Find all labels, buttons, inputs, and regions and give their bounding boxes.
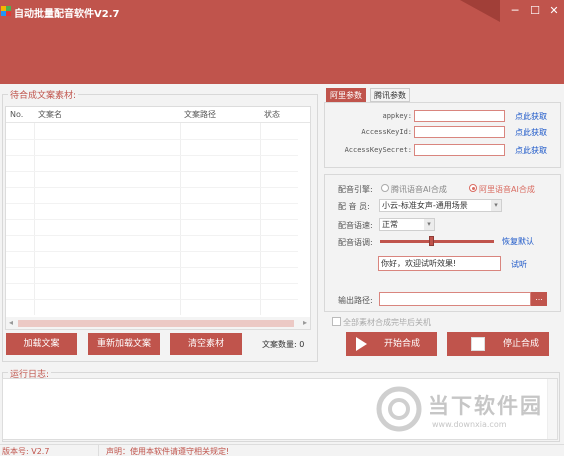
start-button-label: 开始合成 (384, 339, 421, 349)
scroll-left-icon[interactable]: ◂ (9, 317, 13, 329)
maximize-icon[interactable]: ☐ (528, 4, 542, 18)
speed-select[interactable]: 正常 ▾ (379, 218, 435, 231)
chevron-down-icon: ▾ (491, 200, 501, 211)
table-body (6, 123, 298, 315)
material-group-legend: 待合成文案素材: (8, 88, 79, 101)
reload-button[interactable]: 重新加载文案 (88, 333, 160, 355)
tab-tencent[interactable]: 腾讯参数 (370, 88, 410, 102)
notice-text: 声明：使用本软件请遵守相关规定! (106, 447, 230, 456)
minimize-icon[interactable]: ─ (508, 4, 522, 18)
column-no[interactable]: No. (6, 107, 34, 122)
title-bar: 自动批量配音软件V2.7 ─ ☐ ✕ (0, 0, 564, 84)
watermark-brand: 当下软件园 (428, 394, 543, 418)
engine-ali-label[interactable]: 阿里语音AI合成 (479, 184, 535, 195)
tone-slider-thumb[interactable] (429, 236, 435, 246)
close-icon[interactable]: ✕ (547, 4, 561, 18)
accesskeyid-input[interactable] (414, 126, 505, 138)
window-title: 自动批量配音软件V2.7 (14, 9, 120, 20)
scrollbar-thumb[interactable] (18, 320, 294, 327)
restore-default-link[interactable]: 恢复默认 (502, 236, 534, 247)
accesskeyid-label: AccessKeyId: (361, 128, 412, 136)
start-button[interactable]: 开始合成 (346, 332, 437, 356)
material-table[interactable]: No. 文案名 文案路径 状态 ◂ ▸ (5, 106, 311, 330)
stop-button[interactable]: 停止合成 (447, 332, 549, 356)
scroll-right-icon[interactable]: ▸ (303, 317, 307, 329)
engine-tencent-label[interactable]: 腾讯语音AI合成 (391, 184, 447, 195)
speed-label: 配音语速: (338, 221, 373, 230)
appkey-get-link[interactable]: 点此获取 (515, 111, 547, 122)
count-value: 0 (299, 340, 305, 349)
accesskeyid-get-link[interactable]: 点此获取 (515, 127, 547, 138)
column-status[interactable]: 状态 (260, 107, 300, 122)
stop-button-label: 停止合成 (503, 339, 540, 349)
appkey-label: appkey: (382, 112, 412, 120)
shutdown-checkbox[interactable] (332, 317, 341, 326)
watermark: 当下软件园 www.downxia.com (372, 380, 558, 440)
accesskeysecret-label: AccessKeySecret: (344, 146, 412, 154)
preview-link[interactable]: 试听 (511, 259, 527, 270)
column-path[interactable]: 文案路径 (180, 107, 260, 122)
horizontal-scrollbar[interactable]: ◂ ▸ (6, 317, 310, 329)
count-label: 文案数量: 0 (262, 340, 305, 349)
output-path-input[interactable] (379, 292, 531, 306)
browse-button[interactable]: ... (531, 292, 547, 306)
tone-label: 配音语调: (338, 238, 373, 247)
tone-slider-track[interactable] (380, 240, 494, 243)
version-text: 版本号: V2.7 (2, 447, 50, 456)
watermark-url: www.downxia.com (432, 420, 507, 429)
table-header: No. 文案名 文案路径 状态 (6, 107, 310, 123)
watermark-logo-icon (376, 386, 422, 432)
accesskeysecret-get-link[interactable]: 点此获取 (515, 145, 547, 156)
shutdown-label[interactable]: 全部素材合成完毕后关机 (343, 317, 431, 328)
engine-ali-radio[interactable] (469, 184, 477, 192)
status-bar: 版本号: V2.7 声明：使用本软件请遵守相关规定! (0, 444, 564, 456)
column-name[interactable]: 文案名 (34, 107, 180, 122)
preview-text-input[interactable]: 你好，欢迎试听效果! (378, 256, 501, 271)
output-path-label: 输出路径: (338, 296, 373, 305)
status-divider (98, 445, 99, 456)
title-bar-decoration (460, 0, 500, 22)
chevron-down-icon: ▾ (424, 219, 434, 230)
tab-ali[interactable]: 阿里参数 (326, 88, 366, 102)
accesskeysecret-input[interactable] (414, 144, 505, 156)
engine-label: 配音引擎: (338, 185, 373, 194)
speed-value: 正常 (382, 220, 398, 229)
app-logo-icon (1, 6, 11, 16)
voicer-label: 配 音 员: (338, 202, 370, 211)
clear-button[interactable]: 清空素材 (170, 333, 242, 355)
voicer-value: 小云-标准女声-通用场景 (382, 201, 468, 210)
appkey-input[interactable] (414, 110, 505, 122)
load-button[interactable]: 加载文案 (6, 333, 77, 355)
engine-tencent-radio[interactable] (381, 184, 389, 192)
stop-icon (471, 337, 485, 351)
voicer-select[interactable]: 小云-标准女声-通用场景 ▾ (379, 199, 502, 212)
play-icon (356, 337, 367, 351)
